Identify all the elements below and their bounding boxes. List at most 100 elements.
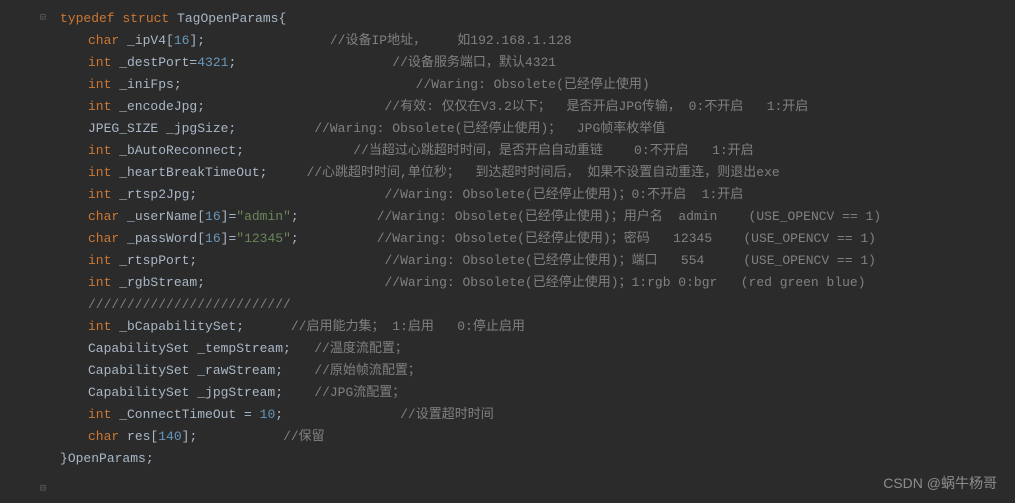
editor-gutter: ⊟ ⊟ xyxy=(0,0,50,503)
code-token: CapabilitySet xyxy=(88,341,189,356)
code-token: } xyxy=(60,451,68,466)
code-token xyxy=(283,385,314,400)
code-token: 16 xyxy=(205,209,221,224)
code-token: { xyxy=(278,11,286,26)
code-token xyxy=(197,187,384,202)
code-token: int xyxy=(88,165,111,180)
code-token: int xyxy=(88,253,111,268)
code-token: _bAutoReconnect; xyxy=(111,143,244,158)
code-token: _rgbStream; xyxy=(111,275,205,290)
code-token: 16 xyxy=(205,231,221,246)
code-line[interactable]: CapabilitySet _tempStream; //温度流配置； xyxy=(60,338,1015,360)
code-token: _jpgStream; xyxy=(189,385,283,400)
code-token xyxy=(197,253,384,268)
code-token: int xyxy=(88,275,111,290)
code-token xyxy=(169,11,177,26)
code-token xyxy=(283,407,400,422)
code-token: struct xyxy=(122,11,169,26)
code-token: _jpgSize; xyxy=(158,121,236,136)
code-line[interactable]: char res[140]; //保留 xyxy=(60,426,1015,448)
code-token xyxy=(205,99,384,114)
code-token: _rawStream; xyxy=(189,363,283,378)
code-token: //当超过心跳超时时间，是否开启自动重链 0:不开启 1:开启 xyxy=(353,143,753,158)
code-token xyxy=(244,143,353,158)
code-line[interactable]: int _rtspPort; //Waring: Obsolete(已经停止使用… xyxy=(60,250,1015,272)
code-token: int xyxy=(88,55,111,70)
code-token: TagOpenParams xyxy=(177,11,278,26)
code-token: //保留 xyxy=(283,429,325,444)
code-token: res[ xyxy=(119,429,158,444)
code-editor[interactable]: typedef struct TagOpenParams{char _ipV4[… xyxy=(50,0,1015,503)
code-token: "admin" xyxy=(236,209,291,224)
code-token: //有效: 仅仅在V3.2以下； 是否开启JPG传输， 0:不开启 1:开启 xyxy=(384,99,808,114)
code-line[interactable]: char _ipV4[16]; //设备IP地址， 如192.168.1.128 xyxy=(60,30,1015,52)
code-line[interactable]: JPEG_SIZE _jpgSize; //Waring: Obsolete(已… xyxy=(60,118,1015,140)
code-line[interactable]: int _encodeJpg; //有效: 仅仅在V3.2以下； 是否开启JPG… xyxy=(60,96,1015,118)
code-line[interactable]: }OpenParams; xyxy=(60,448,1015,470)
code-token: _rtsp2Jpg; xyxy=(111,187,197,202)
fold-collapse-icon[interactable]: ⊟ xyxy=(40,12,46,24)
code-token: CapabilitySet xyxy=(88,385,189,400)
code-token xyxy=(244,319,291,334)
code-line[interactable]: CapabilitySet _rawStream; //原始帧流配置； xyxy=(60,360,1015,382)
code-line[interactable]: int _heartBreakTimeOut; //心跳超时时间,单位秒； 到达… xyxy=(60,162,1015,184)
code-token: //Waring: Obsolete(已经停止使用)；1:rgb 0:bgr (… xyxy=(384,275,865,290)
code-token: int xyxy=(88,187,111,202)
code-token: ; xyxy=(146,451,154,466)
code-token: 4321 xyxy=(197,55,228,70)
code-token: 140 xyxy=(158,429,181,444)
code-line[interactable]: int _bCapabilitySet; //启用能力集； 1:启用 0:停止启… xyxy=(60,316,1015,338)
code-token: //心跳超时时间,单位秒； 到达超时时间后， 如果不设置自动重连，则退出exe xyxy=(306,165,779,180)
code-token: //Waring: Obsolete(已经停止使用)；用户名 admin (US… xyxy=(377,209,881,224)
fold-collapse-icon[interactable]: ⊟ xyxy=(40,483,46,495)
code-token: ////////////////////////// xyxy=(88,297,291,312)
code-token: _passWord[ xyxy=(119,231,205,246)
code-line[interactable]: int _ConnectTimeOut = 10; //设置超时时间 xyxy=(60,404,1015,426)
code-token xyxy=(182,77,416,92)
code-token: _ipV4[ xyxy=(119,33,174,48)
code-line[interactable]: int _iniFps; //Waring: Obsolete(已经停止使用) xyxy=(60,74,1015,96)
code-token xyxy=(267,165,306,180)
code-token: _bCapabilitySet; xyxy=(111,319,244,334)
code-token: "12345" xyxy=(236,231,291,246)
code-token: int xyxy=(88,77,111,92)
code-token: _destPort= xyxy=(111,55,197,70)
code-token: ]= xyxy=(221,231,237,246)
code-token: int xyxy=(88,407,111,422)
code-token: //Waring: Obsolete(已经停止使用)；0:不开启 1:开启 xyxy=(384,187,743,202)
code-line[interactable]: CapabilitySet _jpgStream; //JPG流配置； xyxy=(60,382,1015,404)
code-token: int xyxy=(88,143,111,158)
code-token: 16 xyxy=(174,33,190,48)
code-token: ]; xyxy=(182,429,198,444)
code-token: OpenParams xyxy=(68,451,146,466)
code-token: typedef xyxy=(60,11,115,26)
code-token: _tempStream; xyxy=(189,341,290,356)
code-line[interactable]: char _passWord[16]="12345"; //Waring: Ob… xyxy=(60,228,1015,250)
code-token xyxy=(205,33,330,48)
code-token: //设置超时时间 xyxy=(400,407,494,422)
code-line[interactable]: ////////////////////////// xyxy=(60,294,1015,316)
code-token: _encodeJpg; xyxy=(111,99,205,114)
code-token: char xyxy=(88,429,119,444)
code-line[interactable]: int _rtsp2Jpg; //Waring: Obsolete(已经停止使用… xyxy=(60,184,1015,206)
code-token: 10 xyxy=(260,407,276,422)
code-token xyxy=(299,209,377,224)
code-token: int xyxy=(88,319,111,334)
code-line[interactable]: int _destPort=4321; //设备服务端口，默认4321 xyxy=(60,52,1015,74)
code-line[interactable]: typedef struct TagOpenParams{ xyxy=(60,8,1015,30)
code-token: ]; xyxy=(189,33,205,48)
code-token: char xyxy=(88,33,119,48)
code-token: //Waring: Obsolete(已经停止使用)；端口 554 (USE_O… xyxy=(384,253,875,268)
code-token: //Waring: Obsolete(已经停止使用)； JPG帧率枚举值 xyxy=(314,121,665,136)
code-token: ; xyxy=(275,407,283,422)
code-token: ]= xyxy=(221,209,237,224)
code-token xyxy=(197,429,283,444)
code-token: _userName[ xyxy=(119,209,205,224)
code-line[interactable]: int _rgbStream; //Waring: Obsolete(已经停止使… xyxy=(60,272,1015,294)
code-token xyxy=(236,121,314,136)
code-line[interactable]: char _userName[16]="admin"; //Waring: Ob… xyxy=(60,206,1015,228)
code-token: //Waring: Obsolete(已经停止使用)；密码 12345 (USE… xyxy=(377,231,876,246)
code-line[interactable]: int _bAutoReconnect; //当超过心跳超时时间，是否开启自动重… xyxy=(60,140,1015,162)
code-token: _iniFps; xyxy=(111,77,181,92)
code-token: char xyxy=(88,209,119,224)
